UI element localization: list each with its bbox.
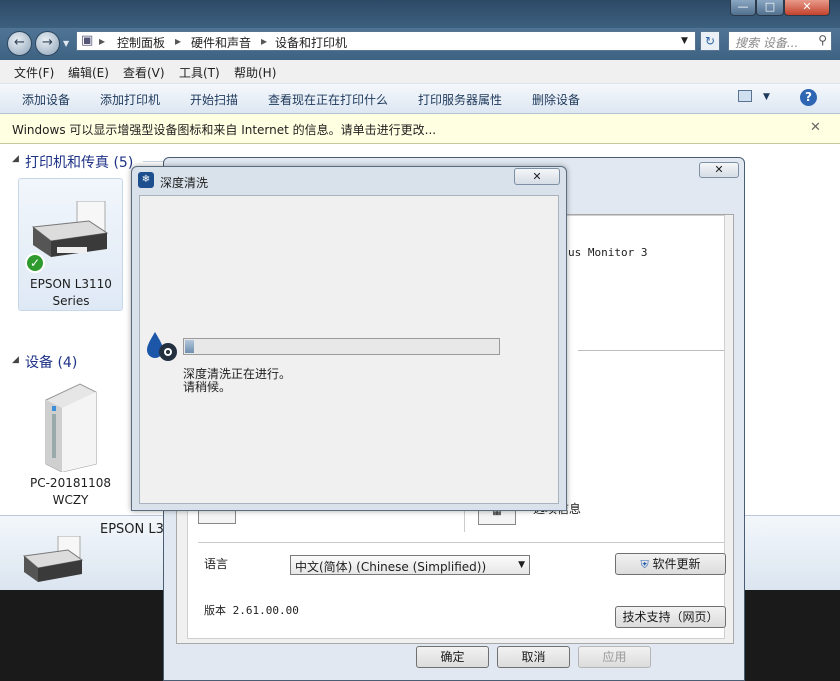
recent-pages-icon[interactable]: ▼ bbox=[63, 39, 69, 48]
props-close-button[interactable]: ✕ bbox=[699, 162, 739, 178]
dialog-title: 深度清洗 bbox=[160, 176, 209, 190]
ink-drop-icon bbox=[144, 330, 178, 362]
printer-icon bbox=[29, 200, 109, 261]
back-icon[interactable]: ← bbox=[7, 31, 32, 56]
view-dropdown-icon[interactable]: ▼ bbox=[763, 92, 770, 102]
cancel-button[interactable]: 取消 bbox=[497, 646, 570, 668]
view-options-icon[interactable] bbox=[738, 90, 752, 102]
chevron-down-icon: ▼ bbox=[518, 560, 525, 570]
info-bar[interactable]: Windows 可以显示增强型设备图标和来自 Internet 的信息。请单击进… bbox=[0, 114, 840, 144]
software-update-button[interactable]: ⛨ 软件更新 bbox=[615, 553, 726, 575]
menu-help[interactable]: 帮助(H) bbox=[234, 64, 276, 81]
command-bar: 添加设备 添加打印机 开始扫描 查看现在正在打印什么 打印服务器属性 删除设备 … bbox=[0, 84, 840, 114]
breadcrumb-arrow-icon: ▸ bbox=[175, 34, 182, 48]
add-device-button[interactable]: 添加设备 bbox=[22, 91, 70, 108]
breadcrumb-hardware-sound[interactable]: 硬件和声音 bbox=[191, 34, 251, 51]
cleaning-progress-bar bbox=[183, 338, 500, 355]
menu-view[interactable]: 查看(V) bbox=[123, 64, 165, 81]
default-check-icon: ✓ bbox=[25, 253, 45, 273]
forward-icon[interactable]: → bbox=[35, 31, 60, 56]
minimize-button[interactable]: — bbox=[730, 0, 756, 16]
menu-file[interactable]: 文件(F) bbox=[14, 64, 54, 81]
menu-bar: 文件(F) 编辑(E) 查看(V) 工具(T) 帮助(H) bbox=[0, 60, 840, 84]
search-input[interactable]: 搜索 设备... ⚲ bbox=[728, 31, 832, 51]
maximize-button[interactable]: □ bbox=[756, 0, 784, 16]
print-server-properties-button[interactable]: 打印服务器属性 bbox=[418, 91, 502, 108]
menu-tools[interactable]: 工具(T) bbox=[179, 64, 220, 81]
breadcrumb-devices-printers[interactable]: 设备和打印机 bbox=[275, 34, 347, 51]
printer-tile[interactable]: ✓ EPSON L3110 Series bbox=[18, 178, 123, 311]
collapse-devices-icon[interactable]: ◢ bbox=[12, 355, 19, 365]
close-infobar-icon[interactable]: ✕ bbox=[810, 120, 821, 135]
cleaning-app-icon: ❄ bbox=[138, 172, 154, 188]
shield-icon: ⛨ bbox=[640, 558, 649, 571]
language-value: 中文(简体) (Chinese (Simplified)) bbox=[295, 560, 487, 574]
breadcrumb-control-panel[interactable]: 控制面板 bbox=[117, 34, 165, 51]
technical-support-button[interactable]: 技术支持（网页） bbox=[615, 606, 726, 628]
search-placeholder: 搜索 设备... bbox=[735, 36, 799, 50]
dialog-close-button[interactable]: ✕ bbox=[514, 168, 560, 185]
details-printer-icon bbox=[22, 535, 84, 584]
apply-button[interactable]: 应用 bbox=[578, 646, 651, 668]
refresh-icon[interactable]: ↻ bbox=[700, 31, 720, 51]
remove-device-button[interactable]: 删除设备 bbox=[532, 91, 580, 108]
version-text: 版本 2.61.00.00 bbox=[204, 604, 299, 617]
software-update-label: 软件更新 bbox=[652, 557, 701, 571]
device-label: PC-20181108WCZY bbox=[29, 476, 112, 507]
help-icon[interactable]: ? bbox=[800, 89, 817, 106]
details-device-name: EPSON L3 bbox=[100, 522, 164, 537]
ok-button[interactable]: 确定 bbox=[416, 646, 489, 668]
section-divider bbox=[578, 350, 724, 351]
collapse-printers-icon[interactable]: ◢ bbox=[12, 154, 19, 164]
group-printers-header[interactable]: 打印机和传真 (5) bbox=[25, 152, 133, 172]
breadcrumb-arrow-icon: ▸ bbox=[261, 34, 268, 48]
printer-label: EPSON L3110 Series bbox=[30, 277, 112, 308]
language-select[interactable]: 中文(简体) (Chinese (Simplified)) ▼ bbox=[290, 555, 530, 575]
device-tile[interactable]: PC-20181108WCZY bbox=[18, 376, 123, 511]
group-devices-header[interactable]: 设备 (4) bbox=[25, 352, 77, 372]
computer-tower-icon bbox=[40, 380, 100, 473]
see-printing-button[interactable]: 查看现在正在打印什么 bbox=[268, 91, 388, 108]
horizontal-divider bbox=[198, 542, 724, 543]
breadcrumb-arrow-icon: ▸ bbox=[99, 34, 106, 48]
group-divider bbox=[143, 161, 163, 162]
progress-fill bbox=[185, 340, 194, 353]
language-label: 语言 bbox=[204, 557, 229, 571]
search-icon: ⚲ bbox=[818, 33, 827, 47]
info-bar-text: Windows 可以显示增强型设备图标和来自 Internet 的信息。请单击进… bbox=[12, 123, 437, 137]
please-wait-text: 请稍候。 bbox=[183, 380, 232, 394]
address-dropdown-icon[interactable]: ▼ bbox=[681, 36, 688, 46]
add-printer-button[interactable]: 添加打印机 bbox=[100, 91, 160, 108]
address-bar[interactable]: ▣ ▸ 控制面板 ▸ 硬件和声音 ▸ 设备和打印机 ▼ bbox=[76, 31, 696, 51]
start-scan-button[interactable]: 开始扫描 bbox=[190, 91, 238, 108]
close-window-button[interactable]: ✕ bbox=[784, 0, 830, 16]
window-titlebar: — □ ✕ bbox=[0, 0, 840, 28]
status-monitor-text: us Monitor 3 bbox=[568, 246, 648, 259]
menu-edit[interactable]: 编辑(E) bbox=[68, 64, 109, 81]
control-panel-icon: ▣ bbox=[81, 33, 94, 48]
